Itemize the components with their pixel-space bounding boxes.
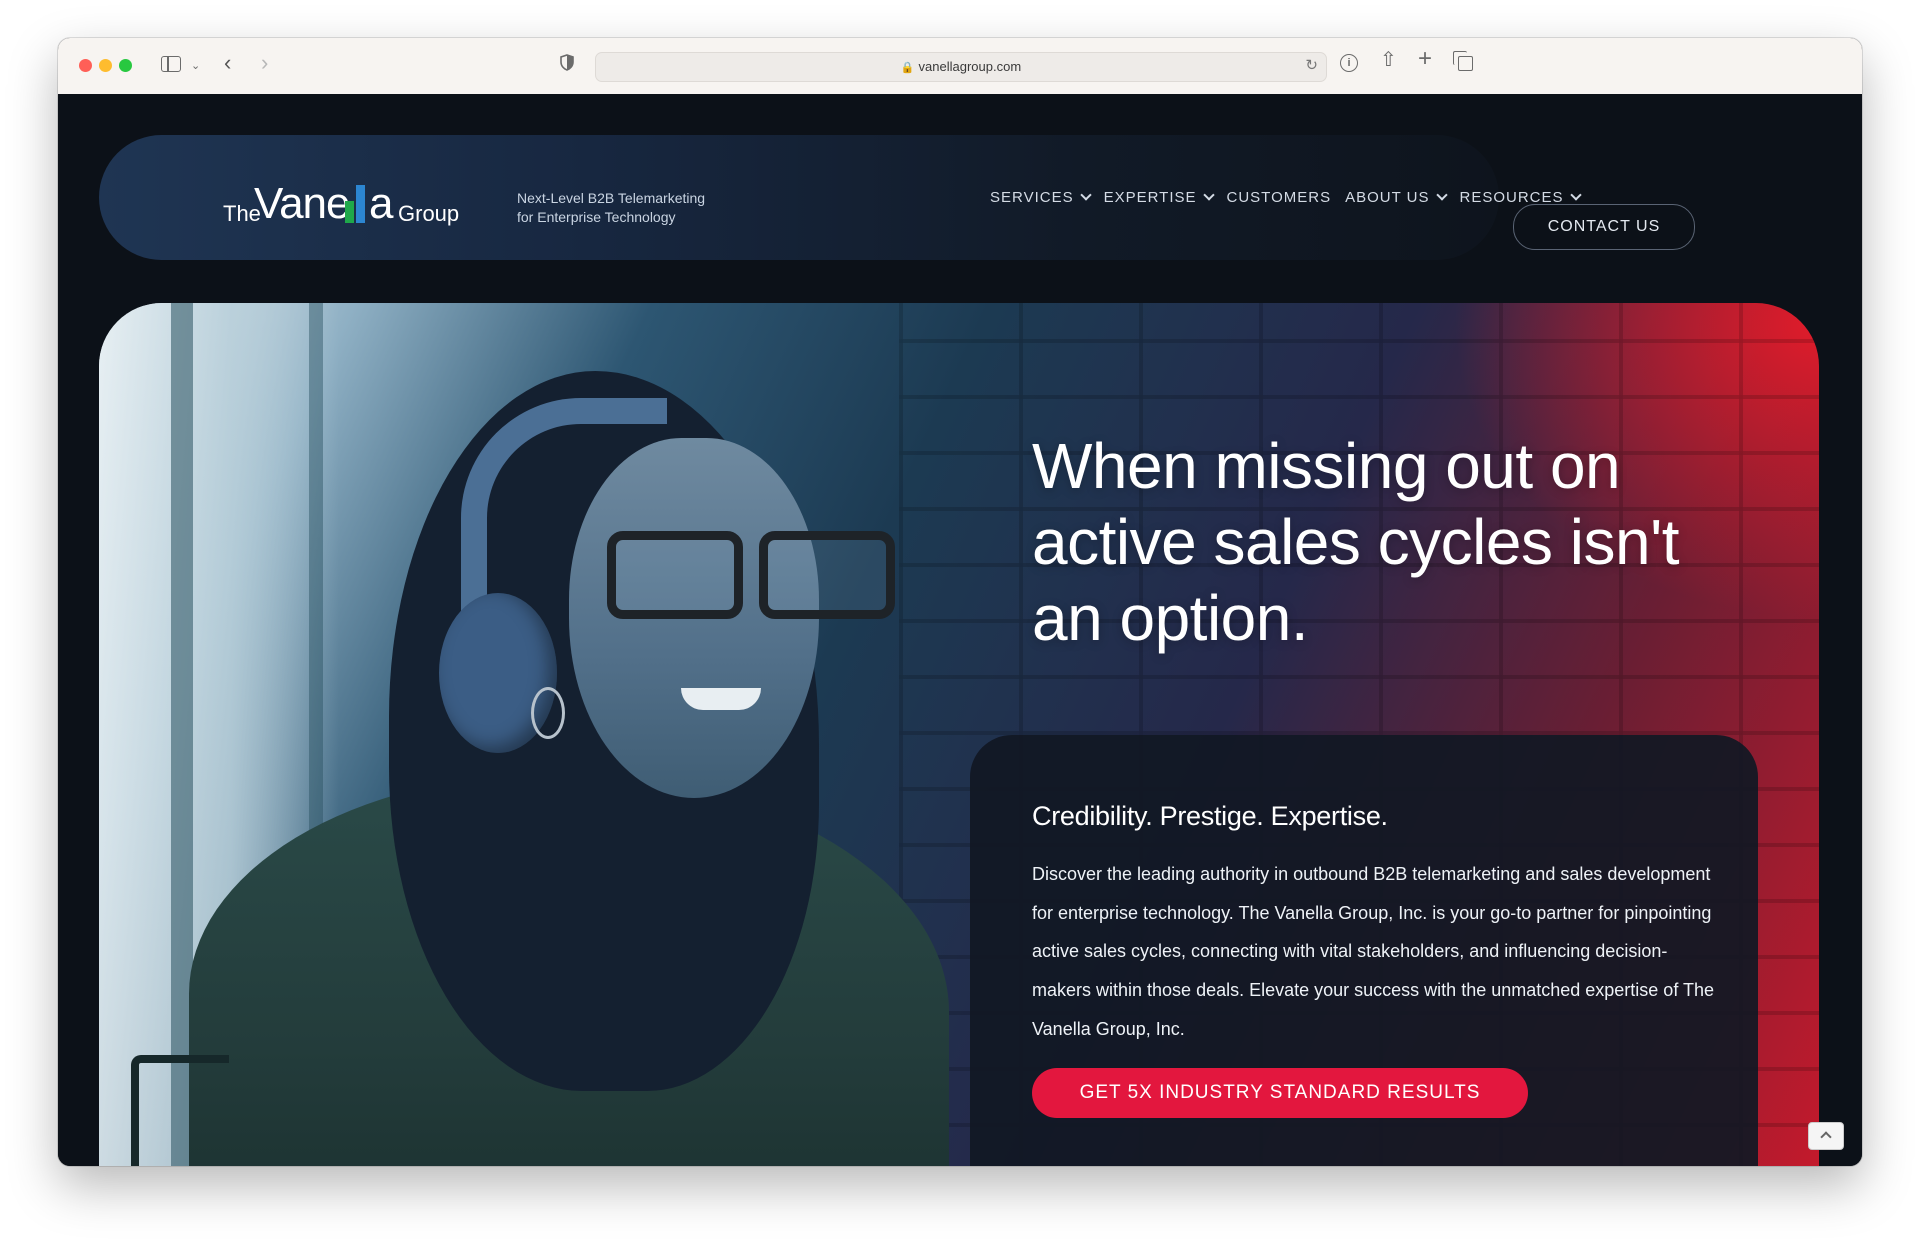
sidebar-toggle-icon[interactable] (161, 56, 181, 72)
lock-icon: 🔒 (900, 62, 915, 74)
reload-icon[interactable]: ↻ (1305, 56, 1318, 74)
address-bar[interactable]: 🔒 vanellagroup.com ↻ (595, 52, 1327, 82)
person-smile (681, 688, 761, 710)
page: The Vane a Group Next-Level B2B Telemark… (58, 94, 1862, 1166)
hero-section: When missing out on active sales cycles … (99, 303, 1819, 1166)
headline-line1: When missing out on (1032, 430, 1621, 502)
chair-back (131, 1055, 229, 1166)
hero-headline: When missing out on active sales cycles … (1032, 428, 1732, 656)
url-text: 🔒 vanellagroup.com (596, 59, 1326, 74)
back-icon[interactable]: ‹ (224, 52, 231, 74)
tab-overview-icon[interactable] (1453, 51, 1473, 71)
browser-window: ⌄ ‹ › 🔒 vanellagroup.com ↻ i ⇧ + The Vane… (58, 38, 1862, 1166)
new-tab-icon[interactable]: + (1418, 47, 1432, 71)
url-label: vanellagroup.com (918, 59, 1022, 74)
glasses-lens (607, 531, 743, 619)
forward-icon[interactable]: › (261, 52, 268, 74)
share-icon[interactable]: ⇧ (1380, 50, 1397, 70)
zoom-window-button[interactable] (119, 59, 132, 72)
chevron-down-icon (1569, 189, 1582, 201)
nav-item-customers[interactable]: CUSTOMERS (1227, 189, 1332, 206)
nav-label: CUSTOMERS (1226, 189, 1332, 206)
site-header: The Vane a Group Next-Level B2B Telemark… (99, 135, 1582, 260)
logo-bar-green (345, 201, 354, 223)
nav-label: ABOUT US (1345, 189, 1430, 206)
chevron-down-icon[interactable]: ⌄ (191, 56, 200, 76)
chevron-up-icon (1820, 1131, 1832, 1143)
card-body: Discover the leading authority in outbou… (1032, 864, 1715, 1039)
main-nav: SERVICES EXPERTISE CUSTOMERS ABOUT US RE… (990, 189, 1582, 206)
logo-bar-blue (356, 185, 365, 223)
minimize-window-button[interactable] (99, 59, 112, 72)
logo-vane: Vane (254, 179, 350, 228)
scroll-to-top-button[interactable] (1808, 1122, 1844, 1150)
glasses-lens (759, 531, 895, 619)
headline-line3: an option. (1032, 582, 1309, 654)
cta-button[interactable]: GET 5X INDUSTRY STANDARD RESULTS (1032, 1068, 1528, 1118)
nav-item-services[interactable]: SERVICES (990, 189, 1092, 206)
tagline-line2: for Enterprise Technology (517, 209, 676, 225)
tagline: Next-Level B2B Telemarketing for Enterpr… (517, 189, 705, 227)
earring (531, 687, 565, 739)
privacy-shield-icon[interactable] (560, 54, 574, 71)
glasses-icon (567, 531, 895, 619)
chevron-down-icon (1079, 189, 1092, 201)
logo-group: Group (398, 201, 460, 226)
nav-item-expertise[interactable]: EXPERTISE (1103, 189, 1215, 206)
nav-label: EXPERTISE (1103, 189, 1197, 206)
chevron-down-icon (1202, 189, 1215, 201)
close-window-button[interactable] (79, 59, 92, 72)
nav-item-about-us[interactable]: ABOUT US (1345, 189, 1448, 206)
headline-line2: active sales cycles isn't (1032, 506, 1680, 578)
browser-toolbar: ⌄ ‹ › 🔒 vanellagroup.com ↻ i ⇧ + (58, 38, 1862, 95)
tagline-line1: Next-Level B2B Telemarketing (517, 190, 706, 206)
card-title: Credibility. Prestige. Expertise. (1032, 801, 1388, 831)
logo-a: a (369, 179, 394, 228)
chevron-down-icon (1435, 189, 1448, 201)
contact-us-button[interactable]: CONTACT US (1513, 204, 1695, 250)
logo[interactable]: The Vane a Group (223, 171, 463, 231)
hero-card: Credibility. Prestige. Expertise. Discov… (970, 735, 1758, 1166)
info-icon[interactable]: i (1340, 54, 1358, 72)
nav-label: SERVICES (990, 189, 1074, 206)
